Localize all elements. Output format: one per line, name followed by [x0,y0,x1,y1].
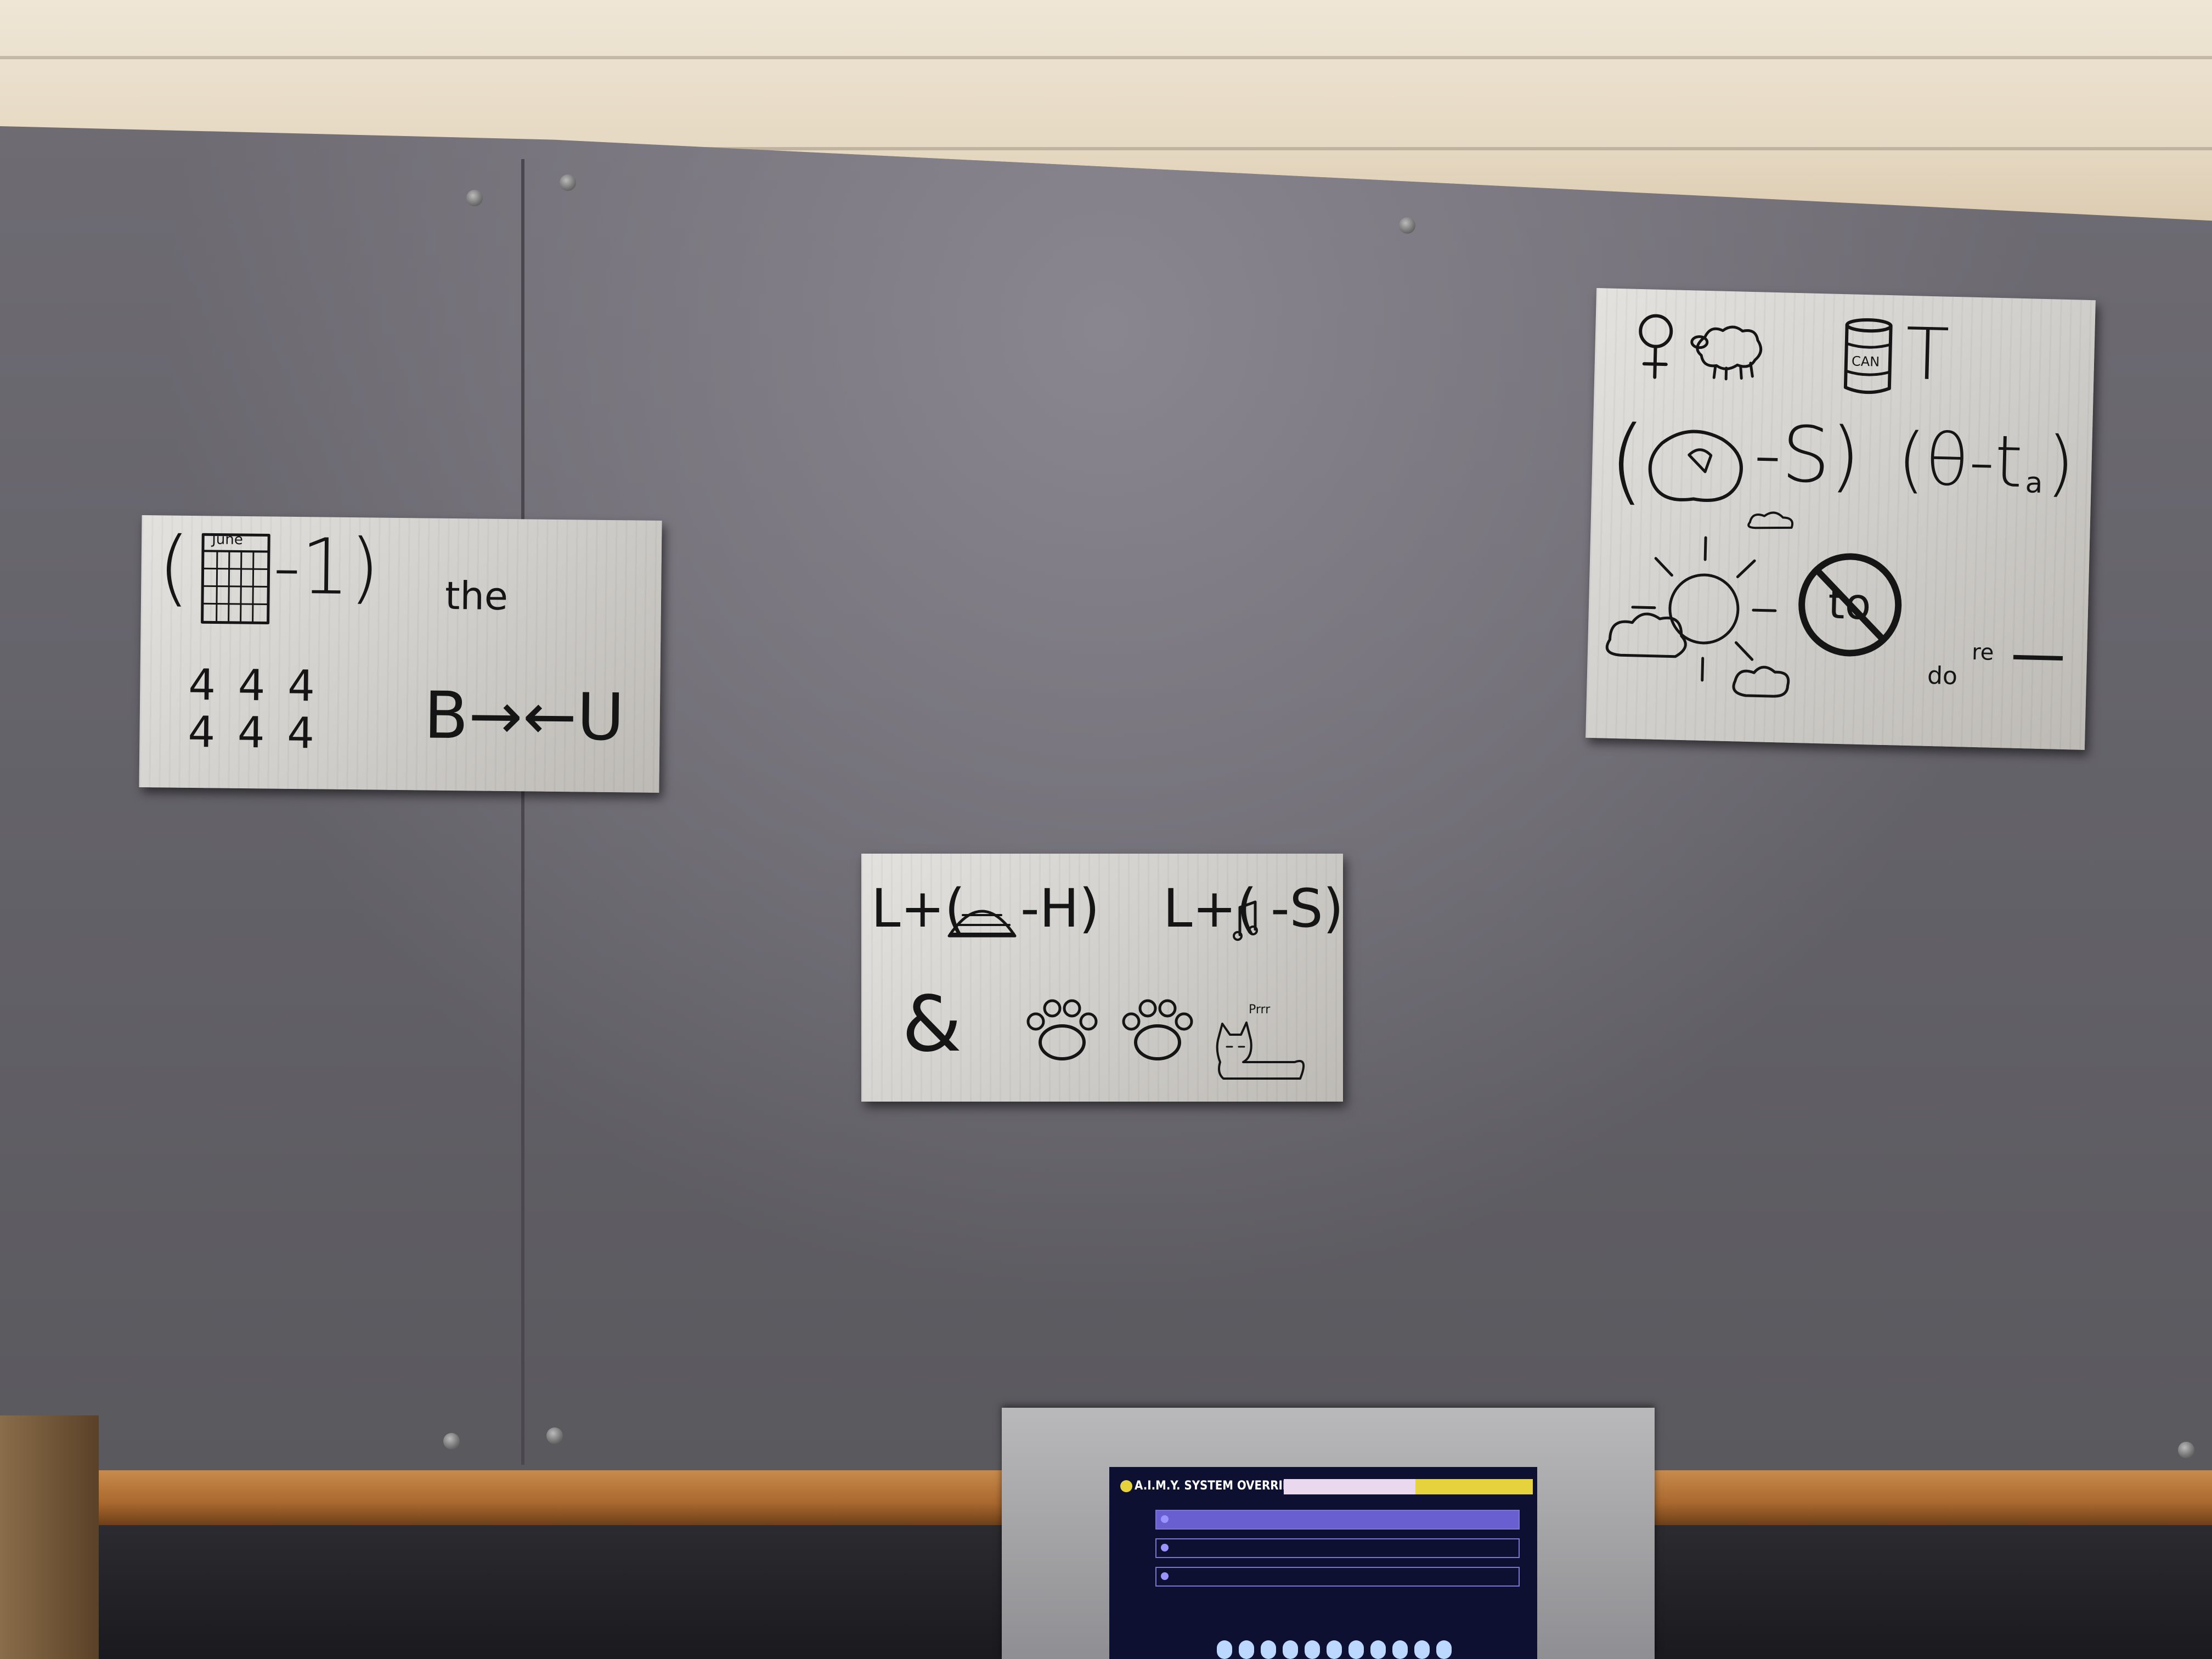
screw [1399,217,1415,234]
female-symbol-icon [1639,314,1673,379]
no-symbol-text: to [1827,579,1872,630]
input-field-3[interactable] [1155,1567,1520,1587]
screw [443,1433,460,1449]
steak-icon [1648,430,1743,502]
terminal-screen: A.I.M.Y. SYSTEM OVERRIDE [1109,1467,1537,1659]
field-marker-icon [1161,1544,1169,1551]
minus-one: -1) [272,522,380,613]
paw-print-icon [1122,999,1193,1060]
cat-icon [1216,1022,1305,1080]
title-progress-segment [1284,1479,1415,1494]
field-marker-icon [1161,1572,1169,1580]
paw-print-icon [1026,999,1098,1060]
status-light-icon [1120,1480,1132,1492]
keypad-button[interactable] [1370,1640,1386,1659]
minus-s: -S) [1752,409,1861,501]
blank-dash [2013,654,2063,661]
paren-open: ( [1607,405,1647,516]
keypad-button[interactable] [1283,1640,1298,1659]
keypad-button[interactable] [1261,1640,1276,1659]
solfege-re: re [1971,639,1994,665]
beehive-icon [947,910,1017,938]
theta-minus: (θ-t [1896,417,2024,504]
digits-row-2: 4 4 4 [188,707,319,759]
solfege-do: do [1927,661,1958,691]
paren-close: ) [2045,421,2076,505]
ampersand: & [902,980,962,1069]
keypad-button[interactable] [1392,1640,1408,1659]
letter-t: T [1904,312,1950,397]
b-arrows-u: B→←U [424,677,625,755]
screw [546,1427,563,1444]
screw [2178,1442,2194,1458]
puzzle-sign-weather: CAN T ( -S) (θ-t a ) to do re [1585,288,2096,750]
subscript-a: a [2024,466,2044,500]
digits-row-1: 4 4 4 [188,660,320,712]
cat-sound: Prrr [1249,1003,1271,1017]
keypad-button[interactable] [1239,1640,1254,1659]
music-notes-icon [1233,900,1258,941]
paren-open: ( [157,520,191,616]
minus-h: -H) [1020,878,1100,939]
sun-clouds-icon [1605,511,1794,698]
board-seam [521,159,524,1465]
screw [466,190,483,206]
puzzle-sign-paws: L+( -H) L+( -S) & Prrr [861,854,1344,1102]
puzzle-sign-calendar: ( June -1) the 4 4 4 4 4 4 B→←U [139,515,662,793]
calendar-month-label: June [212,531,243,548]
cardboard-box [0,1415,99,1659]
title-accent-segment [1415,1479,1533,1494]
keypad-button[interactable] [1436,1640,1452,1659]
minus-s: -S) [1271,878,1344,939]
screw [560,174,576,191]
field-marker-icon [1161,1515,1169,1523]
keypad-button[interactable] [1414,1640,1430,1659]
terminal-title-bar: A.I.M.Y. SYSTEM OVERRIDE [1109,1477,1537,1496]
can-label: CAN [1851,353,1880,370]
input-field-1[interactable] [1155,1510,1520,1530]
keypad-button[interactable] [1327,1640,1342,1659]
word-the: the [444,573,509,619]
sheep-icon [1690,325,1763,381]
keypad-button[interactable] [1348,1640,1364,1659]
keypad-button[interactable] [1305,1640,1320,1659]
keypad-button[interactable] [1217,1640,1232,1659]
terminal-title: A.I.M.Y. SYSTEM OVERRIDE [1135,1479,1299,1493]
input-field-2[interactable] [1155,1538,1520,1558]
